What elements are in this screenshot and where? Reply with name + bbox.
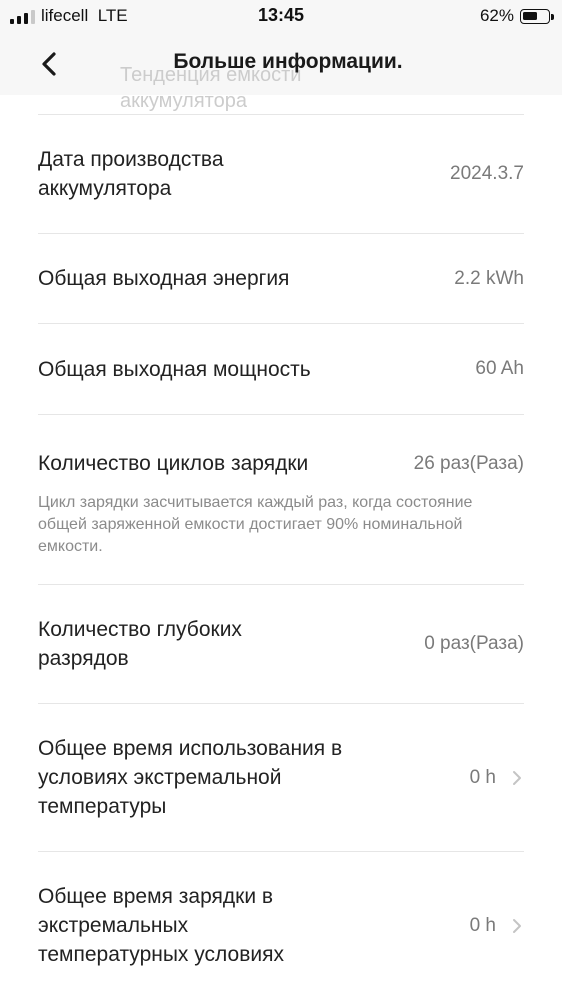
row-value: 26 раз(Раза) bbox=[413, 452, 524, 474]
row-label: Общая выходная энергия bbox=[38, 267, 290, 290]
clock: 13:45 bbox=[257, 5, 305, 25]
row-label: Общее время использования в условиях экс… bbox=[38, 737, 343, 818]
row-label: Общее время зарядки в экстремальных темп… bbox=[38, 885, 284, 966]
row-label: Количество циклов зарядки bbox=[38, 452, 309, 475]
list-item-extreme-temp-usage[interactable]: Общее время использования в условиях экс… bbox=[38, 704, 524, 851]
row-value: 60 Ah bbox=[475, 358, 524, 379]
list-item-production-date: Дата производства аккумулятора 2024.3.7 bbox=[38, 115, 524, 233]
row-label: Общая выходная мощность bbox=[38, 357, 311, 381]
battery-info-list: Дата производства аккумулятора 2024.3.7 … bbox=[38, 114, 524, 999]
charge-cycle-note: Цикл зарядки засчитывается каждый раз, к… bbox=[38, 494, 473, 555]
list-item-charge-cycles: Количество циклов зарядки 26 раз(Раза) Ц… bbox=[38, 415, 524, 584]
row-value: 2024.3.7 bbox=[450, 163, 524, 184]
row-value: 2.2 kWh bbox=[454, 267, 524, 289]
battery-icon bbox=[520, 9, 550, 24]
page-title: Больше информации. bbox=[173, 50, 403, 73]
battery-percent: 62% bbox=[479, 6, 514, 25]
battery-level-fill bbox=[523, 12, 537, 20]
chevron-right-icon bbox=[513, 918, 521, 933]
status-bar: lifecell LTE 13:45 62% bbox=[0, 0, 562, 32]
navigation-bar: Тенденция емкости аккумулятора Больше ин… bbox=[0, 32, 562, 112]
list-item-extreme-temp-charging[interactable]: Общее время зарядки в экстремальных темп… bbox=[38, 852, 524, 999]
row-value: 0 h bbox=[469, 766, 496, 788]
row-label: Дата производства аккумулятора bbox=[38, 148, 224, 200]
chevron-right-icon bbox=[513, 770, 521, 785]
battery-info-screen: lifecell LTE 13:45 62% Тенденция емкости… bbox=[0, 0, 562, 999]
row-value: 0 h bbox=[469, 914, 496, 936]
list-item-total-output-energy: Общая выходная энергия 2.2 kWh bbox=[38, 234, 524, 323]
list-item-deep-discharges: Количество глубоких разрядов 0 раз(Раза) bbox=[38, 585, 524, 703]
battery-tip bbox=[551, 14, 554, 20]
row-value: 0 раз(Раза) bbox=[424, 633, 524, 654]
ghost-line: аккумулятора bbox=[120, 90, 247, 112]
list-item-total-output-capacity: Общая выходная мощность 60 Ah bbox=[38, 324, 524, 414]
row-label: Количество глубоких разрядов bbox=[38, 618, 242, 670]
